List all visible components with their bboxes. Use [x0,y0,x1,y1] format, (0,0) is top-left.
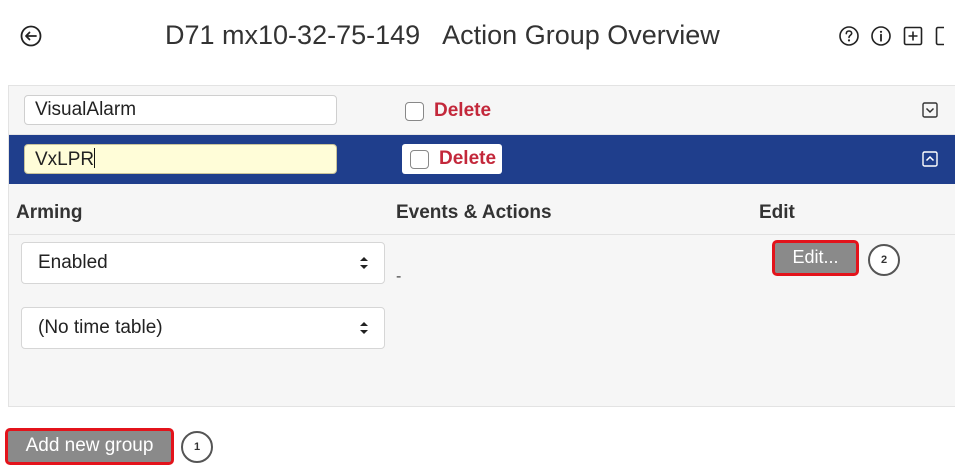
callout-marker: 2 [868,244,900,276]
help-icon[interactable] [838,25,860,47]
time-table-select-value: (No time table) [38,317,163,338]
arming-select[interactable]: Enabled [21,242,385,284]
add-box-icon[interactable] [902,25,924,47]
header-icons [838,24,944,48]
page-title: D71 mx10-32-75-149 Action Group Overview [165,20,720,51]
group-row-visualalarm[interactable]: VisualAlarm Delete [9,86,955,135]
group-name-text: VxLPR [35,149,95,170]
chevron-down-box-icon[interactable] [922,102,938,118]
group-details: Arming Events & Actions Edit Enabled (No… [9,184,955,408]
delete-checkbox[interactable] [410,149,429,169]
time-table-select[interactable]: (No time table) [21,307,385,349]
header-bar: D71 mx10-32-75-149 Action Group Overview [0,0,955,70]
arming-select-value: Enabled [38,252,108,273]
text-cursor [94,148,96,168]
delete-toggle[interactable]: Delete [399,96,497,126]
delete-checkbox[interactable] [405,101,424,121]
page-title-text: Action Group Overview [442,20,720,50]
group-row-vxlpr[interactable]: VxLPR Delete [9,135,955,184]
edit-column-header: Edit [759,202,795,223]
more-icon[interactable] [934,25,944,47]
info-icon[interactable] [870,25,892,47]
action-groups-panel: VisualAlarm Delete VxLPR Delete Arming E… [8,85,955,407]
events-column-header: Events & Actions [396,202,552,223]
edit-button[interactable]: Edit... [772,240,859,276]
group-name-input[interactable]: VxLPR [24,144,337,174]
arming-column-header: Arming [16,202,83,223]
back-icon[interactable] [20,25,42,47]
events-actions-value: - [396,268,402,285]
header-divider [9,234,955,235]
select-arrows-icon [358,254,370,272]
chevron-up-box-icon[interactable] [922,151,938,167]
delete-toggle[interactable]: Delete [402,144,503,174]
select-arrows-icon [358,319,370,337]
callout-marker: 1 [181,431,213,463]
group-name-input[interactable]: VisualAlarm [24,95,337,125]
camera-name: D71 mx10-32-75-149 [165,20,421,50]
delete-label: Delete [439,148,497,169]
add-new-group-button[interactable]: Add new group [5,428,174,465]
delete-label: Delete [434,100,492,121]
